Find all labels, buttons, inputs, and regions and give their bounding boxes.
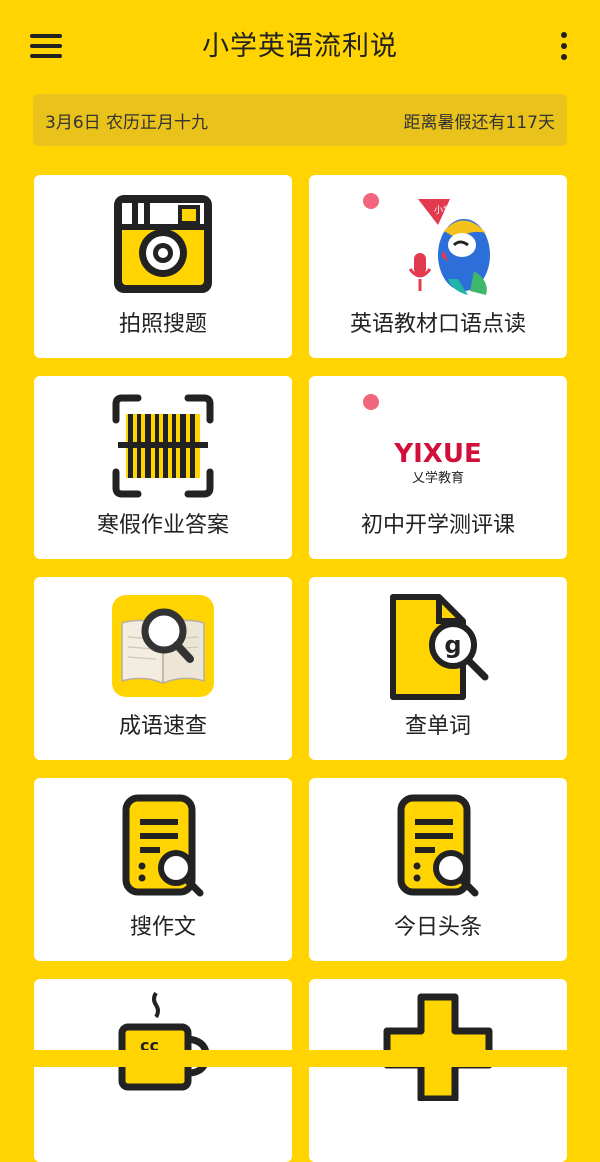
tile-partial-right[interactable] xyxy=(309,979,567,1162)
bottom-edge xyxy=(0,1050,600,1067)
tile-idiom-lookup[interactable]: 成语速查 xyxy=(34,577,292,760)
yixue-logo-subtext: 乂学教育 xyxy=(412,470,464,486)
barcode-scan-icon xyxy=(112,394,214,498)
tile-label: 成语速查 xyxy=(118,714,207,739)
more-options-icon[interactable] xyxy=(548,26,580,66)
tile-label: 查单词 xyxy=(404,714,471,739)
menu-icon[interactable] xyxy=(24,26,68,66)
tile-word-lookup[interactable]: g 查单词 xyxy=(309,577,567,760)
app-bar: 小学英语流利说 xyxy=(0,0,600,92)
badge-dot xyxy=(363,193,379,209)
tile-label: 今日头条 xyxy=(393,915,482,940)
plus-icon xyxy=(383,993,493,1101)
tile-junior-entrance-test[interactable]: YIXUE 乂学教育 初中开学测评课 xyxy=(309,376,567,559)
tile-composition-search[interactable]: 搜作文 xyxy=(34,778,292,961)
tile-label: 寒假作业答案 xyxy=(96,513,229,538)
tile-label: 搜作文 xyxy=(129,915,196,940)
tile-textbook-reading[interactable]: 小学 英语教材口语点读 xyxy=(309,175,567,358)
tile-partial-left[interactable]: cc xyxy=(34,979,292,1162)
camera-icon xyxy=(114,195,212,293)
document-search-icon xyxy=(122,794,204,897)
badge-dot xyxy=(363,394,379,410)
tile-label: 英语教材口语点读 xyxy=(349,312,526,337)
app-title: 小学英语流利说 xyxy=(202,31,398,62)
tile-today-headlines[interactable]: 今日头条 xyxy=(309,778,567,961)
yixue-logo-text: YIXUE xyxy=(393,439,481,469)
tile-winter-homework-answers[interactable]: 寒假作业答案 xyxy=(34,376,292,559)
tile-label: 拍照搜题 xyxy=(118,312,207,337)
yixue-logo: YIXUE 乂学教育 xyxy=(393,439,481,486)
svg-text:g: g xyxy=(444,631,461,659)
date-banner: 3月6日 农历正月十九 距离暑假还有117天 xyxy=(33,94,567,146)
document-search-icon xyxy=(397,794,479,897)
parrot-mic-icon: 小学 xyxy=(408,199,490,295)
book-search-icon xyxy=(112,595,214,697)
grade-badge: 小学 xyxy=(434,204,452,216)
tile-photo-search[interactable]: 拍照搜题 xyxy=(34,175,292,358)
mug-icon: cc xyxy=(118,991,210,1091)
date-text: 3月6日 农历正月十九 xyxy=(45,113,209,133)
word-search-icon: g xyxy=(390,594,489,700)
tile-label: 初中开学测评课 xyxy=(360,513,515,538)
vacation-countdown: 距离暑假还有117天 xyxy=(403,113,555,133)
